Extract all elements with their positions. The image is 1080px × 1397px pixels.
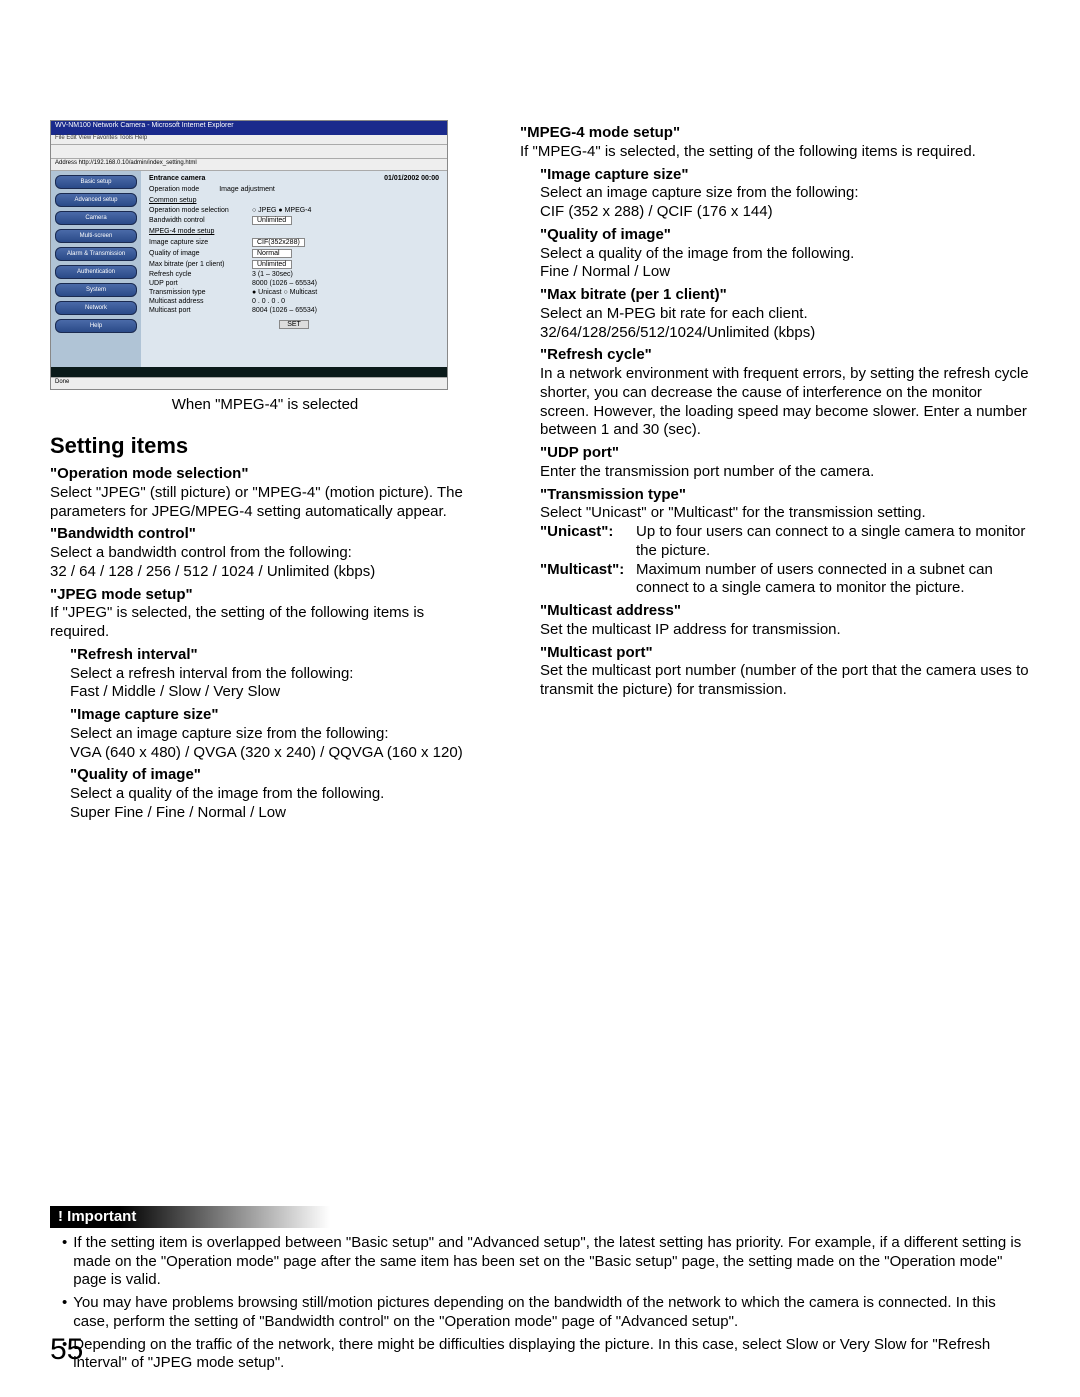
label-refresh: Refresh cycle — [149, 271, 244, 278]
screenshot-window: WV-NM100 Network Camera - Microsoft Inte… — [50, 120, 448, 390]
text-imgsize-m1: Select an image capture size from the fo… — [540, 184, 1030, 203]
heading-refresh-interval: "Refresh interval" — [70, 646, 198, 663]
input-refresh[interactable]: 3 (1 – 30sec) — [252, 271, 293, 278]
label-mcast-addr: Multicast address — [149, 298, 244, 305]
text-refresh-1: Select a refresh interval from the follo… — [70, 665, 480, 684]
heading-mpeg4: "MPEG-4 mode setup" — [520, 124, 680, 141]
heading-image-capture-size-jpeg: "Image capture size" — [70, 706, 218, 723]
text-imgsize-m2: CIF (352 x 288) / QCIF (176 x 144) — [540, 203, 1030, 222]
bullet-icon: • — [62, 1294, 67, 1332]
text-multicast-address: Set the multicast IP address for transmi… — [540, 621, 1030, 640]
tab-image-adjustment[interactable]: Image adjustment — [219, 186, 275, 193]
value-op-mode[interactable]: ○ JPEG ● MPEG-4 — [252, 207, 311, 214]
label-udp: UDP port — [149, 280, 244, 287]
heading-op-mode: "Operation mode selection" — [50, 465, 248, 482]
select-bitrate[interactable]: Unlimited — [252, 260, 292, 269]
text-refresh-2: Fast / Middle / Slow / Very Slow — [70, 683, 480, 702]
text-jpeg: If "JPEG" is selected, the setting of th… — [50, 604, 480, 642]
text-udp-port: Enter the transmission port number of th… — [540, 463, 1030, 482]
text-bitrate-2: 32/64/128/256/512/1024/Unlimited (kbps) — [540, 324, 1030, 343]
section-mpeg4: MPEG-4 mode setup — [149, 228, 439, 235]
select-img-size[interactable]: CIF(352x288) — [252, 238, 305, 247]
input-mcast-addr[interactable]: 0 . 0 . 0 . 0 — [252, 298, 285, 305]
sidebar-button[interactable]: Authentication — [55, 265, 137, 279]
text-multicast-port: Set the multicast port number (number of… — [540, 662, 1030, 700]
heading-multicast-port: "Multicast port" — [540, 644, 653, 661]
important-item: You may have problems browsing still/mot… — [73, 1294, 1030, 1332]
heading-multicast-address: "Multicast address" — [540, 602, 681, 619]
sidebar-button[interactable]: Basic setup — [55, 175, 137, 189]
sidebar-button[interactable]: Alarm & Transmission — [55, 247, 137, 261]
input-udp[interactable]: 8000 (1026 – 65534) — [252, 280, 317, 287]
sidebar-button[interactable]: Help — [55, 319, 137, 333]
important-section: ! Important •If the setting item is over… — [50, 1206, 1030, 1377]
select-bandwidth[interactable]: Unlimited — [252, 216, 292, 225]
label-quality: Quality of image — [149, 250, 244, 257]
select-quality[interactable]: Normal — [252, 249, 292, 258]
bullet-icon: • — [62, 1234, 67, 1290]
text-refresh-cycle: In a network environment with frequent e… — [540, 365, 1030, 440]
text-op-mode: Select "JPEG" (still picture) or "MPEG-4… — [50, 484, 480, 522]
section-title: Setting items — [50, 433, 480, 459]
text-bandwidth-2: 32 / 64 / 128 / 256 / 512 / 1024 / Unlim… — [50, 563, 480, 582]
sidebar-button[interactable]: Advanced setup — [55, 193, 137, 207]
radio-trans-type[interactable]: ● Unicast ○ Multicast — [252, 289, 317, 296]
content-panel: Entrance camera 01/01/2002 00:00 Operati… — [141, 171, 447, 367]
sidebar-button[interactable]: Camera — [55, 211, 137, 225]
text-quality-2: Super Fine / Fine / Normal / Low — [70, 804, 480, 823]
label-unicast: "Unicast": — [540, 523, 630, 561]
page-header: Entrance camera — [149, 175, 205, 182]
text-quality-m1: Select a quality of the image from the f… — [540, 245, 1030, 264]
tab-operation-mode[interactable]: Operation mode — [149, 186, 199, 193]
text-imgsize-2: VGA (640 x 480) / QVGA (320 x 240) / QQV… — [70, 744, 480, 763]
address-bar: Address http://192.168.0.10/admin/index_… — [51, 159, 447, 171]
text-transmission-type: Select "Unicast" or "Multicast" for the … — [540, 504, 1030, 523]
label-trans-type: Transmission type — [149, 289, 244, 296]
important-item: If the setting item is overlapped betwee… — [73, 1234, 1030, 1290]
label-mcast-port: Multicast port — [149, 307, 244, 314]
text-unicast: Up to four users can connect to a single… — [636, 523, 1030, 561]
set-button[interactable]: SET — [279, 320, 309, 329]
screenshot-caption: When "MPEG-4" is selected — [50, 396, 480, 413]
label-bitrate: Max bitrate (per 1 client) — [149, 261, 244, 268]
heading-transmission-type: "Transmission type" — [540, 486, 686, 503]
sidebar-button[interactable]: Multi-screen — [55, 229, 137, 243]
sidebar: Basic setup Advanced setup Camera Multi-… — [51, 171, 141, 367]
heading-max-bitrate: "Max bitrate (per 1 client)" — [540, 286, 727, 303]
window-menubar: File Edit View Favorites Tools Help — [51, 135, 447, 145]
important-item: Depending on the traffic of the network,… — [73, 1336, 1030, 1374]
text-quality-1: Select a quality of the image from the f… — [70, 785, 480, 804]
heading-udp-port: "UDP port" — [540, 444, 619, 461]
sidebar-button[interactable]: System — [55, 283, 137, 297]
heading-image-capture-size-mpeg: "Image capture size" — [540, 166, 688, 183]
heading-quality-mpeg: "Quality of image" — [540, 226, 671, 243]
heading-quality-jpeg: "Quality of image" — [70, 766, 201, 783]
label-img-size: Image capture size — [149, 239, 244, 246]
sidebar-button[interactable]: Network — [55, 301, 137, 315]
text-mpeg4: If "MPEG-4" is selected, the setting of … — [520, 143, 1030, 162]
window-titlebar: WV-NM100 Network Camera - Microsoft Inte… — [51, 121, 447, 135]
heading-jpeg: "JPEG mode setup" — [50, 586, 193, 603]
text-bandwidth-1: Select a bandwidth control from the foll… — [50, 544, 480, 563]
window-toolbar — [51, 145, 447, 159]
label-bandwidth: Bandwidth control — [149, 217, 244, 224]
label-multicast: "Multicast": — [540, 561, 630, 599]
text-bitrate-1: Select an M-PEG bit rate for each client… — [540, 305, 1030, 324]
text-quality-m2: Fine / Normal / Low — [540, 263, 1030, 282]
text-imgsize-1: Select an image capture size from the fo… — [70, 725, 480, 744]
input-mcast-port[interactable]: 8004 (1026 – 65534) — [252, 307, 317, 314]
label-op-mode: Operation mode selection — [149, 207, 244, 214]
page-number: 55 — [50, 1333, 83, 1367]
heading-refresh-cycle: "Refresh cycle" — [540, 346, 652, 363]
important-label: ! Important — [50, 1206, 330, 1228]
text-multicast: Maximum number of users connected in a s… — [636, 561, 1030, 599]
status-bar: Done — [51, 377, 447, 390]
timestamp: 01/01/2002 00:00 — [384, 175, 439, 182]
section-common-setup: Common setup — [149, 197, 439, 204]
heading-bandwidth: "Bandwidth control" — [50, 525, 196, 542]
